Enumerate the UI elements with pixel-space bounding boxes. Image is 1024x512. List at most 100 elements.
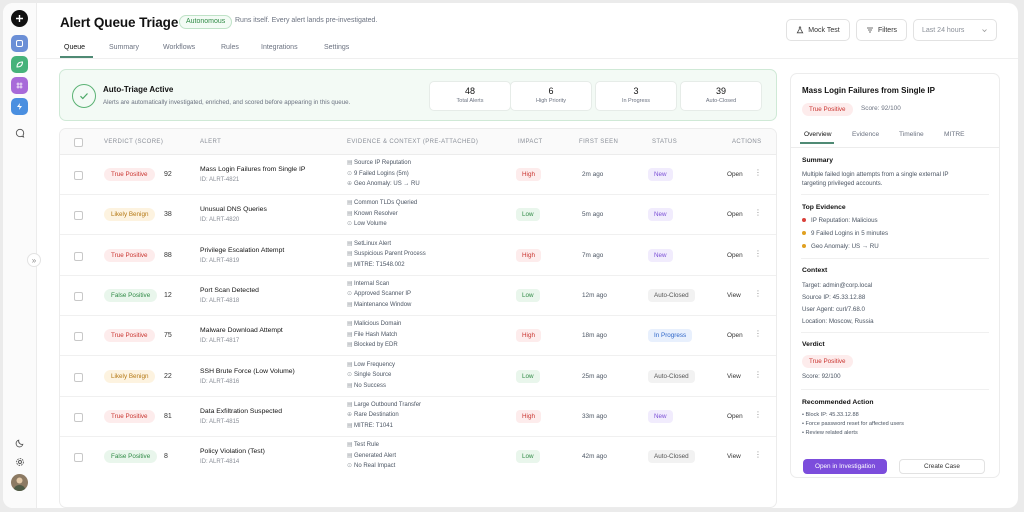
mock-test-button[interactable]: Mock Test [786,19,850,41]
evidence-text: No Real Impact [354,463,396,470]
more-options-icon[interactable]: ⋮ [754,370,762,379]
view-button[interactable]: View [727,453,741,460]
view-button[interactable]: View [727,292,741,299]
chat-icon[interactable] [11,124,28,141]
leaf-app-icon[interactable] [11,56,28,73]
evidence-item: ⊙ 9 Failed Logins (5m) [347,169,409,180]
col-evidence[interactable]: EVIDENCE & CONTEXT (PRE-ATTACHED) [347,139,478,145]
row-checkbox[interactable] [74,453,83,463]
evidence-icon: ▤ [347,342,353,349]
more-options-icon[interactable]: ⋮ [754,289,762,298]
alert-title[interactable]: Malware Download Attempt [200,327,283,334]
alert-title[interactable]: Privilege Escalation Attempt [200,247,284,254]
detail-verdict-badge: True Positive [802,103,853,116]
table-row[interactable]: True Positive 88 Privilege Escalation Atte… [60,236,776,276]
more-options-icon[interactable]: ⋮ [754,450,762,459]
tab-settings[interactable]: Settings [324,40,349,51]
create-case-button[interactable]: Create Case [899,459,985,474]
detail-tab-timeline[interactable]: Timeline [899,131,924,138]
more-options-icon[interactable]: ⋮ [754,208,762,217]
row-checkbox[interactable] [74,332,83,342]
alert-title[interactable]: Port Scan Detected [200,287,259,294]
severity-dot-amber [802,231,806,236]
moon-icon[interactable] [11,434,28,451]
detail-tab-evidence[interactable]: Evidence [852,131,879,138]
tab-queue[interactable]: Queue [64,40,85,51]
col-alert[interactable]: ALERT [200,139,221,145]
view-button[interactable]: View [727,373,741,380]
evidence-text: Single Source [354,372,392,378]
evidence-icon: ⊙ [347,291,353,298]
more-options-icon[interactable]: ⋮ [754,168,762,177]
open-in-investigation-button[interactable]: Open in Investigation [803,459,887,474]
status-badge: New [648,208,673,222]
row-checkbox[interactable] [74,412,83,422]
open-button[interactable]: Open [727,413,743,420]
bolt-app-icon[interactable] [11,98,28,115]
new-plus-icon[interactable] [11,10,28,27]
open-button[interactable]: Open [727,332,743,339]
alert-title[interactable]: Mass Login Failures from Single IP [200,166,305,173]
row-checkbox[interactable] [74,211,83,221]
tab-integrations[interactable]: Integrations [261,40,298,51]
row-checkbox[interactable] [74,171,83,180]
table-row[interactable]: Likely Benign 22 SSH Brute Force (Low Volu… [60,357,776,397]
impact-badge: Low [516,450,540,464]
detail-tab-mitre[interactable]: MITRE [944,131,965,138]
table-row[interactable]: True Positive 81 Data Exfiltration Suspect… [60,397,776,437]
table-row[interactable]: True Positive 75 Malware Download Attempt I… [60,316,776,357]
filters-label: Filters [877,26,898,34]
evidence-icon: ▤ [347,401,353,408]
settings-gear-icon[interactable] [11,453,28,470]
col-first-seen[interactable]: FIRST SEEN [579,139,618,145]
col-verdict[interactable]: VERDICT (SCORE) [104,139,163,145]
open-button[interactable]: Open [727,211,743,218]
evidence-text: Test Rule [354,442,380,449]
select-all-checkbox[interactable] [74,138,83,147]
stat-high-priority[interactable]: 6 High Priority [510,81,592,111]
open-button[interactable]: Open [727,252,743,259]
row-checkbox[interactable] [74,291,83,301]
table-row[interactable]: Likely Benign 38 Unusual DNS Queries ID: AL… [60,195,776,236]
stat-auto-closed[interactable]: 39 Auto-Closed [680,81,762,111]
open-button[interactable]: Open [727,171,743,178]
row-checkbox[interactable] [74,251,83,261]
evidence-item: ▤Known Resolver [347,209,398,220]
evidence-item: ▤Generated Alert [347,451,396,462]
collapse-sidebar-handle[interactable]: » [27,253,41,267]
more-options-icon[interactable]: ⋮ [754,410,762,419]
verdict-heading: Verdict [802,341,825,348]
table-row[interactable]: False Positive 12 Port Scan Detected ID: AL… [60,276,776,316]
col-status[interactable]: STATUS [652,139,677,145]
alert-id: ID: ALRT-4820 [200,217,240,224]
table-row[interactable]: True Positive 92 Mass Login Failures from … [60,155,776,195]
alert-title[interactable]: Data Exfiltration Suspected [200,408,282,415]
alert-title[interactable]: Unusual DNS Queries [200,206,267,213]
tab-workflows[interactable]: Workflows [163,40,195,51]
alert-title[interactable]: Policy Violation (Test) [200,448,265,455]
col-impact[interactable]: IMPACT [518,139,543,145]
evidence-item: IP Reputation: Malicious [802,216,878,226]
stat-in-progress[interactable]: 3 In Progress [595,81,677,111]
table-row[interactable]: False Positive 8 Policy Violation (Test) ID… [60,437,776,477]
evidence-icon: ▤ [347,382,353,389]
evidence-text: SetLinux Alert [354,240,392,247]
filters-button[interactable]: Filters [856,19,907,41]
alert-title[interactable]: SSH Brute Force (Low Volume) [200,368,295,375]
more-options-icon[interactable]: ⋮ [754,249,762,258]
square-app-icon[interactable] [11,35,28,52]
grid-app-icon[interactable] [11,77,28,94]
detail-tab-overview[interactable]: Overview [804,131,831,138]
more-options-icon[interactable]: ⋮ [754,329,762,338]
status-badge: New [648,409,673,423]
stat-label: In Progress [621,98,651,104]
detail-tabs: Overview Evidence Timeline MITRE [791,126,999,148]
tab-rules[interactable]: Rules [221,40,239,51]
detail-tab-underline [800,142,834,144]
user-avatar[interactable] [11,474,28,491]
row-checkbox[interactable] [74,372,83,382]
tab-summary[interactable]: Summary [109,40,139,51]
evidence-item: ⊙ No Real Impact [347,461,395,472]
stat-total-alerts[interactable]: 48 Total Alerts [429,81,511,111]
time-range-select[interactable]: Last 24 hours [913,19,997,41]
